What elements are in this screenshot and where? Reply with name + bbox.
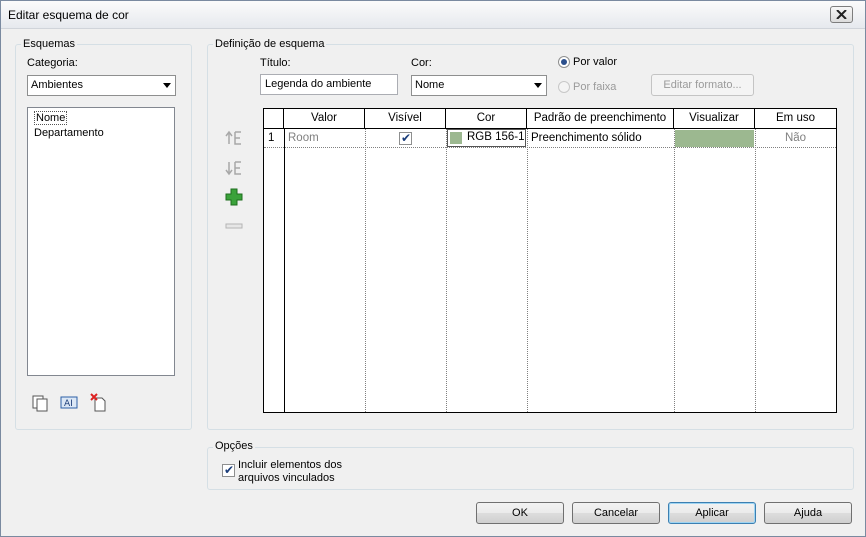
remove-value-button[interactable] xyxy=(224,216,244,236)
scheme-item-nome[interactable]: Nome xyxy=(34,111,68,125)
column-divider xyxy=(755,129,756,412)
scheme-values-table[interactable]: Valor Visível Cor Padrão de preenchiment… xyxy=(263,108,837,413)
row-in-use: Não xyxy=(784,132,807,144)
category-label: Categoria: xyxy=(27,57,78,69)
column-header-visivel[interactable]: Visível xyxy=(365,109,446,129)
column-header-padrao[interactable]: Padrão de preenchimento xyxy=(527,109,674,129)
close-button[interactable] xyxy=(830,6,853,23)
row-color-text: RGB 156-1 xyxy=(467,131,525,143)
title-label: Título: xyxy=(260,57,291,69)
row-preview xyxy=(675,130,754,147)
help-button[interactable]: Ajuda xyxy=(764,502,852,524)
by-value-label[interactable]: Por valor xyxy=(573,56,617,68)
row-fill-pattern[interactable]: Preenchimento sólido xyxy=(531,129,642,148)
checkmark-icon: ✔ xyxy=(224,463,235,477)
chevron-down-icon xyxy=(163,83,171,88)
duplicate-scheme-button[interactable] xyxy=(30,393,50,413)
column-header-valor[interactable]: Valor xyxy=(284,109,365,129)
edit-format-button[interactable]: Editar formato... xyxy=(651,74,754,96)
duplicate-icon xyxy=(32,395,48,412)
row-color-cell[interactable]: RGB 156-1 xyxy=(447,129,526,147)
move-down-icon xyxy=(225,161,241,176)
row-visible-checkbox[interactable]: ✔ xyxy=(399,131,412,145)
rename-scheme-button[interactable]: AI xyxy=(59,393,79,413)
chevron-down-icon xyxy=(534,83,542,88)
plus-icon xyxy=(225,188,243,206)
title-value: Legenda do ambiente xyxy=(265,78,372,90)
schemes-list[interactable]: Nome Departamento xyxy=(27,107,175,376)
ok-button[interactable]: OK xyxy=(476,502,564,524)
edit-color-scheme-dialog: Editar esquema de cor Esquemas Categoria… xyxy=(0,0,866,537)
move-up-icon xyxy=(225,130,241,145)
add-value-button[interactable] xyxy=(224,187,244,207)
column-divider xyxy=(365,129,366,412)
title-bar: Editar esquema de cor xyxy=(1,1,865,29)
by-value-radio[interactable] xyxy=(558,56,570,68)
options-group-label: Opções xyxy=(213,440,255,452)
column-divider xyxy=(674,129,675,412)
rename-icon: AI xyxy=(60,396,78,409)
color-label: Cor: xyxy=(411,57,432,69)
row-value[interactable]: Room xyxy=(288,129,319,148)
column-divider xyxy=(527,129,528,412)
close-icon xyxy=(836,10,847,19)
by-range-radio[interactable] xyxy=(558,81,570,93)
scheme-item-departamento[interactable]: Departamento xyxy=(34,127,104,139)
category-select[interactable]: Ambientes xyxy=(27,75,176,96)
column-header-visualizar[interactable]: Visualizar xyxy=(674,109,755,129)
row-index: 1 xyxy=(268,132,275,144)
checkmark-icon: ✔ xyxy=(401,131,412,145)
column-header-cor[interactable]: Cor xyxy=(446,109,527,129)
apply-button[interactable]: Aplicar xyxy=(668,502,756,524)
minus-icon xyxy=(225,223,243,229)
include-linked-label[interactable]: Incluir elementos dos arquivos vinculado… xyxy=(238,459,353,485)
move-row-down-button[interactable] xyxy=(224,158,244,178)
column-divider xyxy=(284,129,285,412)
title-input[interactable]: Legenda do ambiente xyxy=(260,74,398,95)
column-header-index xyxy=(264,109,284,129)
column-divider xyxy=(446,129,447,412)
row-color-swatch xyxy=(450,132,462,144)
column-header-em-uso[interactable]: Em uso xyxy=(755,109,836,129)
window-title: Editar esquema de cor xyxy=(8,8,129,22)
cancel-button[interactable]: Cancelar xyxy=(572,502,660,524)
delete-icon xyxy=(90,393,106,412)
table-row[interactable]: 1 Room ✔ RGB 156-1 Preenchimento sólido … xyxy=(264,129,836,148)
include-linked-checkbox[interactable]: ✔ xyxy=(222,463,235,477)
schemes-group-label: Esquemas xyxy=(21,38,77,50)
color-select[interactable]: Nome xyxy=(411,75,547,96)
move-row-up-button[interactable] xyxy=(224,128,244,148)
category-value: Ambientes xyxy=(31,79,83,91)
by-range-label[interactable]: Por faixa xyxy=(573,81,616,93)
definition-group-label: Definição de esquema xyxy=(213,38,327,50)
svg-text:AI: AI xyxy=(64,399,73,409)
delete-scheme-button[interactable] xyxy=(89,393,109,413)
color-select-value: Nome xyxy=(415,79,445,91)
